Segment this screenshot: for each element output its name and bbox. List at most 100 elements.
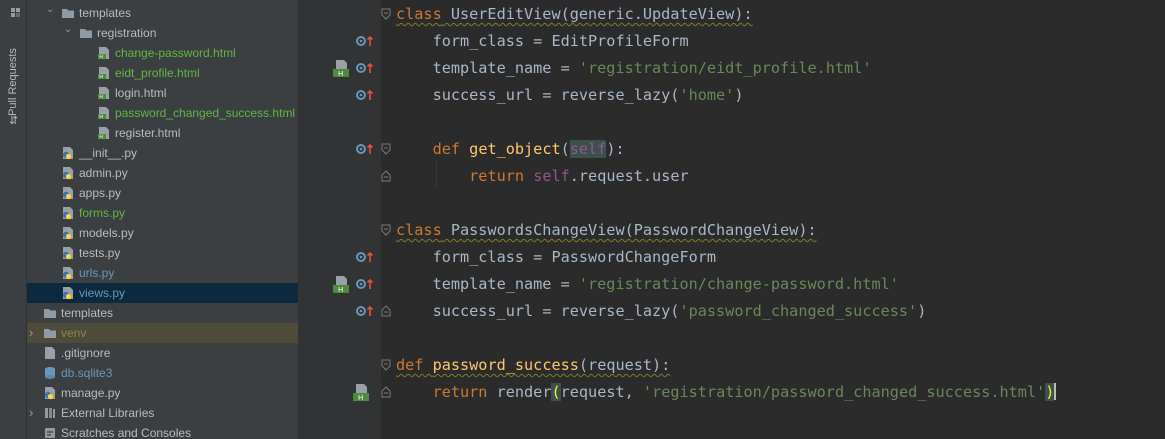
line-number: [299, 190, 329, 217]
tree-file[interactable]: models.py: [27, 223, 298, 243]
tree-file[interactable]: urls.py: [27, 263, 298, 283]
svg-text:H: H: [99, 75, 103, 81]
tree-file[interactable]: Scratches and Consoles: [27, 423, 298, 439]
tree-item-label: views.py: [79, 286, 126, 300]
fold-marker-icon[interactable]: [381, 386, 391, 398]
tree-item-label: templates: [61, 306, 114, 320]
tree-item-label: db.sqlite3: [61, 366, 113, 380]
folder-icon: [44, 309, 56, 318]
database-icon: [45, 367, 55, 379]
tree-file[interactable]: manage.py: [27, 383, 298, 403]
overrides-method-icon[interactable]: [355, 250, 375, 264]
code-line[interactable]: return render(request, 'registration/pas…: [396, 379, 1057, 406]
fold-marker-icon[interactable]: [381, 305, 391, 317]
tree-item-label: __init__.py: [79, 146, 138, 160]
fold-marker-icon[interactable]: [381, 359, 391, 371]
tree-item-label: admin.py: [79, 166, 128, 180]
code-line[interactable]: template_name = 'registration/change-pas…: [396, 271, 899, 298]
tree-folder[interactable]: › venv: [27, 323, 298, 343]
python-file-icon: [62, 267, 73, 280]
tree-file[interactable]: Hpassword_changed_success.html: [27, 103, 298, 123]
tree-file[interactable]: Hchange-password.html: [27, 43, 298, 63]
python-file-icon: [62, 187, 73, 200]
svg-text:H: H: [358, 394, 363, 402]
tree-item-label: password_changed_success.html: [115, 106, 296, 120]
tree-file[interactable]: .gitignore: [27, 343, 298, 363]
svg-text:H: H: [99, 55, 103, 61]
tree-item-label: tests.py: [79, 246, 121, 260]
tree-item-label: urls.py: [79, 266, 115, 280]
python-file-icon: [44, 387, 55, 400]
code-line[interactable]: template_name = 'registration/eidt_profi…: [396, 55, 872, 82]
fold-marker-icon[interactable]: [381, 224, 391, 236]
chevron-down-icon[interactable]: ⌄: [46, 0, 54, 20]
svg-text:H: H: [99, 135, 103, 141]
line-number: [299, 136, 329, 163]
folder-icon: [62, 9, 74, 18]
tree-item-label: apps.py: [79, 186, 122, 200]
svg-text:H: H: [338, 286, 343, 294]
line-number: [299, 271, 329, 298]
tree-item-label: Scratches and Consoles: [61, 426, 192, 439]
structure-icon[interactable]: [11, 8, 20, 17]
line-number: [299, 163, 329, 190]
code-line[interactable]: def get_object(self):: [396, 136, 625, 163]
line-number: [299, 352, 329, 379]
line-number: [299, 217, 329, 244]
tree-file[interactable]: Hlogin.html: [27, 83, 298, 103]
html-file-icon: H: [98, 87, 109, 101]
code-line[interactable]: class PasswordsChangeView(PasswordChange…: [396, 217, 817, 244]
tree-file[interactable]: apps.py: [27, 183, 298, 203]
line-number: [299, 379, 329, 406]
code-line[interactable]: def password_success(request):: [396, 352, 670, 379]
tool-window-strip: Pull Requests ⇵: [0, 0, 27, 439]
fold-marker-icon[interactable]: [381, 143, 391, 155]
overrides-method-icon[interactable]: [355, 34, 375, 48]
code-line[interactable]: success_url = reverse_lazy('home'): [396, 82, 744, 109]
python-file-icon: [62, 207, 73, 220]
tree-item-label: eidt_profile.html: [115, 66, 200, 80]
project-tree[interactable]: ⌄ templates ⌄ registration Hchange-password.…: [27, 0, 299, 439]
html-file-icon: H: [98, 67, 109, 81]
tree-file[interactable]: __init__.py: [27, 143, 298, 163]
code-line[interactable]: class UserEditView(generic.UpdateView):: [396, 1, 753, 28]
tree-file[interactable]: Hregister.html: [27, 123, 298, 143]
overrides-method-icon[interactable]: [355, 88, 375, 102]
tree-file[interactable]: › External Libraries: [27, 403, 298, 423]
editor-gutter[interactable]: H H H: [299, 0, 381, 439]
code-line[interactable]: return self.request.user: [396, 163, 688, 190]
navigate-to-template-icon[interactable]: H: [331, 275, 351, 295]
tree-file[interactable]: forms.py: [27, 203, 298, 223]
html-file-icon: H: [98, 47, 109, 61]
code-line[interactable]: form_class = PasswordChangeForm: [396, 244, 716, 271]
navigate-to-template-icon[interactable]: H: [331, 59, 351, 79]
tree-file[interactable]: db.sqlite3: [27, 363, 298, 383]
code-line[interactable]: success_url = reverse_lazy('password_cha…: [396, 298, 927, 325]
fold-marker-icon[interactable]: [381, 170, 391, 182]
line-number: [299, 82, 329, 109]
code-line[interactable]: form_class = EditProfileForm: [396, 28, 689, 55]
overrides-method-icon[interactable]: [355, 142, 375, 156]
tree-item-label: registration: [97, 26, 157, 40]
python-file-icon: [62, 167, 73, 180]
chevron-right-icon[interactable]: ›: [29, 323, 33, 343]
tree-folder[interactable]: templates: [27, 303, 298, 323]
chevron-right-icon[interactable]: ›: [29, 403, 33, 423]
overrides-method-icon[interactable]: [355, 304, 375, 318]
chevron-down-icon[interactable]: ⌄: [64, 20, 72, 40]
pull-request-icon: ⇵: [9, 115, 19, 127]
tree-file[interactable]: tests.py: [27, 243, 298, 263]
tree-file[interactable]: Heidt_profile.html: [27, 63, 298, 83]
tree-file[interactable]: views.py: [27, 283, 298, 303]
tree-item-label: register.html: [115, 126, 181, 140]
svg-text:H: H: [99, 115, 103, 121]
tree-folder[interactable]: ⌄ registration: [27, 23, 298, 43]
navigate-to-template-icon[interactable]: H: [351, 383, 371, 403]
svg-text:H: H: [338, 70, 343, 78]
overrides-method-icon[interactable]: [355, 277, 375, 291]
svg-text:H: H: [99, 95, 103, 101]
fold-marker-icon[interactable]: [381, 8, 391, 20]
overrides-method-icon[interactable]: [355, 61, 375, 75]
code-editor[interactable]: class UserEditView(generic.UpdateView): …: [381, 0, 1165, 439]
tree-file[interactable]: admin.py: [27, 163, 298, 183]
